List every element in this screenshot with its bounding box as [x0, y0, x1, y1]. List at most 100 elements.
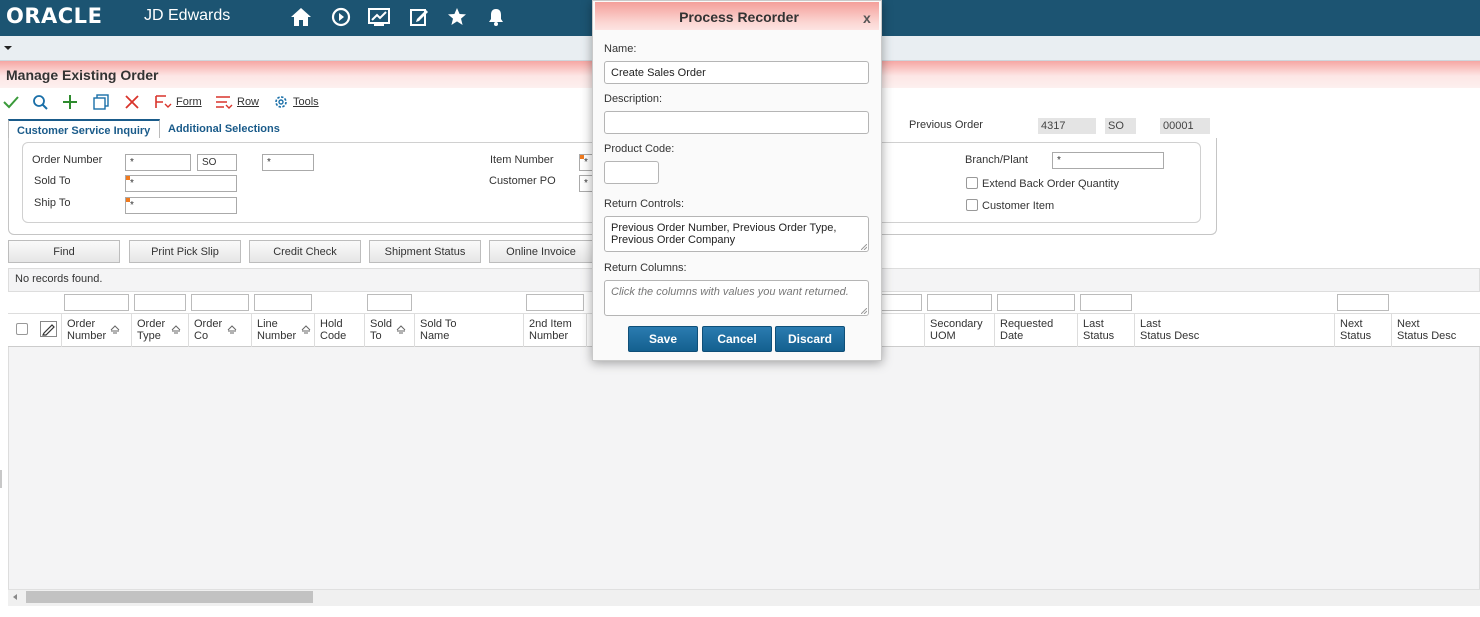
- compass-icon[interactable]: [329, 6, 353, 28]
- filter-secondary-uom[interactable]: [927, 294, 992, 311]
- edit-icon[interactable]: [407, 6, 431, 28]
- extend-back-order-checkbox[interactable]: [966, 177, 978, 189]
- filter-requested-date[interactable]: [997, 294, 1075, 311]
- dialog-title: Process Recorder: [679, 9, 799, 25]
- chart-icon[interactable]: [367, 6, 391, 28]
- order-number-field[interactable]: *: [125, 154, 191, 171]
- col-sold-to[interactable]: Sold To: [370, 318, 392, 342]
- col-2nd-item-number[interactable]: 2nd Item Number: [529, 318, 572, 342]
- filter-line-number[interactable]: [254, 294, 312, 311]
- select-all-checkbox[interactable]: [16, 323, 28, 335]
- description-label: Description:: [604, 93, 663, 105]
- col-order-type[interactable]: Order Type: [137, 318, 165, 342]
- tab-customer-service-inquiry[interactable]: Customer Service Inquiry: [8, 119, 160, 139]
- scrollbar-thumb[interactable]: [26, 591, 313, 603]
- row-menu[interactable]: Row: [215, 93, 259, 111]
- filter-next-status[interactable]: [1337, 294, 1389, 311]
- add-icon[interactable]: [61, 93, 79, 111]
- order-company-field[interactable]: *: [262, 154, 314, 171]
- order-type-field[interactable]: SO: [197, 154, 237, 171]
- filter-order-co[interactable]: [191, 294, 249, 311]
- col-secondary-uom[interactable]: Secondary UOM: [930, 318, 983, 342]
- col-next-status-desc[interactable]: Next Status Desc: [1397, 318, 1456, 342]
- row-menu-label: Row: [237, 96, 260, 108]
- col-sold-to-name[interactable]: Sold To Name: [420, 318, 457, 342]
- sort-icon[interactable]: [396, 325, 406, 335]
- col-order-co[interactable]: Order Co: [194, 318, 222, 342]
- side-handle[interactable]: [0, 470, 2, 488]
- customer-po-label: Customer PO: [489, 175, 556, 187]
- expand-caret-icon[interactable]: [4, 46, 12, 50]
- col-order-number[interactable]: Order Number: [67, 318, 106, 342]
- close-icon[interactable]: x: [863, 10, 871, 26]
- form-menu[interactable]: Form: [154, 93, 202, 111]
- footer-spacer: [0, 606, 1480, 617]
- sold-to-field[interactable]: *: [125, 175, 237, 192]
- col-separator: [586, 313, 587, 347]
- scroll-left-arrow-icon[interactable]: [13, 594, 17, 600]
- copy-icon[interactable]: [92, 93, 110, 111]
- previous-order-company: 00001: [1160, 118, 1210, 134]
- col-separator: [994, 313, 995, 347]
- resize-handle-icon[interactable]: [861, 308, 867, 314]
- filter-2nd-item-number[interactable]: [526, 294, 584, 311]
- customer-item-checkbox[interactable]: [966, 199, 978, 211]
- branch-plant-field[interactable]: *: [1052, 152, 1164, 169]
- ship-to-field[interactable]: *: [125, 197, 237, 214]
- name-field[interactable]: Create Sales Order: [604, 61, 869, 84]
- col-next-status[interactable]: Next Status: [1340, 318, 1371, 342]
- form-menu-icon: [155, 95, 172, 108]
- print-pick-slip-button[interactable]: Print Pick Slip: [129, 240, 241, 263]
- description-field[interactable]: [604, 111, 869, 134]
- cancel-button[interactable]: Cancel: [702, 326, 772, 352]
- order-number-label: Order Number: [32, 154, 103, 166]
- filter-last-status[interactable]: [1080, 294, 1132, 311]
- tab-additional-selections[interactable]: Additional Selections: [160, 119, 288, 139]
- col-line-number[interactable]: Line Number: [257, 318, 296, 342]
- col-last-status-desc[interactable]: Last Status Desc: [1140, 318, 1199, 342]
- search-icon[interactable]: [31, 93, 49, 111]
- star-icon[interactable]: [445, 6, 469, 28]
- home-icon[interactable]: [289, 6, 313, 28]
- customer-po-field[interactable]: *: [579, 175, 593, 192]
- return-columns-label: Return Columns:: [604, 262, 687, 274]
- ok-check-icon[interactable]: [2, 93, 20, 111]
- item-number-field[interactable]: *: [579, 154, 593, 171]
- tools-menu[interactable]: Tools: [273, 93, 319, 111]
- ship-to-label: Ship To: [34, 197, 71, 209]
- dialog-header: Process Recorder x: [595, 2, 879, 30]
- delete-icon[interactable]: [123, 93, 141, 111]
- find-button[interactable]: Find: [8, 240, 120, 263]
- product-code-field[interactable]: [604, 161, 659, 184]
- filter-order-number[interactable]: [64, 294, 129, 311]
- row-edit-icon[interactable]: [40, 321, 57, 337]
- sort-icon[interactable]: [227, 325, 237, 335]
- filter-order-type[interactable]: [134, 294, 186, 311]
- filter-unit-price[interactable]: [881, 294, 922, 311]
- resize-handle-icon[interactable]: [861, 244, 867, 250]
- return-columns-field[interactable]: Click the columns with values you want r…: [604, 280, 869, 316]
- return-controls-label: Return Controls:: [604, 198, 685, 210]
- return-controls-field[interactable]: Previous Order Number, Previous Order Ty…: [604, 216, 869, 252]
- col-separator: [61, 313, 62, 347]
- col-last-status[interactable]: Last Status: [1083, 318, 1114, 342]
- bell-icon[interactable]: [484, 6, 508, 28]
- col-separator: [188, 313, 189, 347]
- sort-icon[interactable]: [301, 325, 311, 335]
- col-separator: [314, 313, 315, 347]
- filter-sold-to[interactable]: [367, 294, 412, 311]
- sort-icon[interactable]: [171, 325, 181, 335]
- previous-order-type: SO: [1105, 118, 1136, 134]
- col-separator: [414, 313, 415, 347]
- col-requested-date[interactable]: Requested Date: [1000, 318, 1053, 342]
- online-invoice-button[interactable]: Online Invoice: [489, 240, 593, 263]
- credit-check-button[interactable]: Credit Check: [249, 240, 361, 263]
- col-separator: [1391, 313, 1392, 347]
- save-button[interactable]: Save: [628, 326, 698, 352]
- product-code-label: Product Code:: [604, 143, 675, 155]
- discard-button[interactable]: Discard: [775, 326, 845, 352]
- col-hold-code[interactable]: Hold Code: [320, 318, 346, 342]
- shipment-status-button[interactable]: Shipment Status: [369, 240, 481, 263]
- customer-item-label: Customer Item: [982, 200, 1055, 212]
- sort-icon[interactable]: [110, 325, 120, 335]
